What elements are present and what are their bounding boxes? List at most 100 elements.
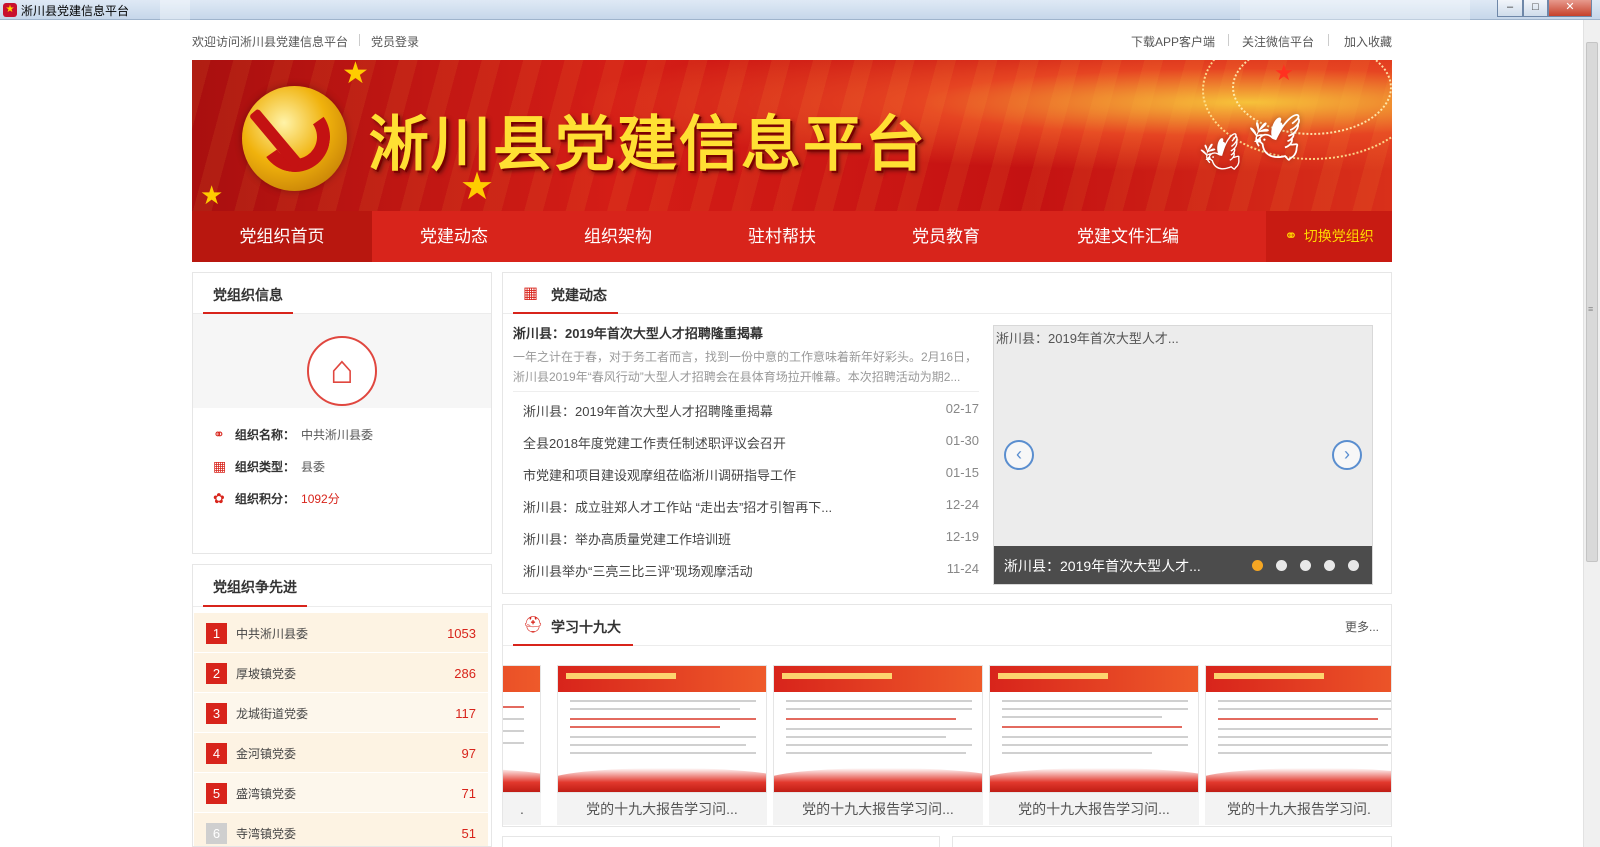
- study-card-label: 党的十九大报告学习问.: [1227, 801, 1371, 817]
- org-name-value: 中共淅川县委: [301, 428, 374, 442]
- study-title: 学习十九大: [551, 619, 621, 635]
- close-button[interactable]: ✕: [1548, 0, 1592, 17]
- ranking-title: 党组织争先进: [213, 579, 297, 595]
- news-headline-summary: 一年之计在于春，对于务工者而言，找到一份中意的工作意味着新年好彩头。2月16日，…: [513, 350, 978, 384]
- study-card[interactable]: 党的十九大报告学习问...: [989, 665, 1199, 825]
- study-card-label: 党的十九大报告学习问...: [802, 801, 954, 817]
- study-card-thumbnail: [1205, 665, 1391, 793]
- star-icon: ★: [200, 180, 224, 210]
- member-login-link[interactable]: 党员登录: [371, 33, 419, 50]
- panel-header: 党组织争先进: [193, 565, 491, 607]
- news-slider[interactable]: 淅川县：2019年首次大型人才... ‹ › 淅川县：2019年首次大型人才..…: [993, 325, 1373, 585]
- slider-image-alt: 淅川县：2019年首次大型人才...: [996, 331, 1179, 346]
- scrollbar-thumb[interactable]: [1586, 42, 1598, 562]
- nav-education[interactable]: 党员教育: [864, 211, 1028, 262]
- panel-header: ⛑ 学习十九大 更多...: [503, 605, 1391, 646]
- separator: [1328, 34, 1329, 46]
- panel-header: 党组织信息: [193, 273, 491, 314]
- ranking-row[interactable]: 2 厚坡镇党委 286: [194, 653, 488, 692]
- app-icon: ★: [3, 3, 17, 17]
- org-info-title: 党组织信息: [213, 287, 283, 303]
- header-banner: ★ ★ ★ ★ 淅川县党建信息平台 🕊 🕊: [192, 60, 1392, 211]
- news-list-item[interactable]: 淅川县：举办高质量党建工作培训班 12-19: [523, 529, 979, 549]
- download-app-link[interactable]: 下载APP客户端: [1131, 33, 1215, 50]
- slider-prev-button[interactable]: ‹: [1004, 440, 1034, 470]
- ranking-row[interactable]: 4 金河镇党委 97: [194, 733, 488, 772]
- study-card-label: .: [520, 801, 524, 817]
- slider-dot[interactable]: [1276, 560, 1287, 571]
- ribbon-icon: ✿: [213, 490, 225, 506]
- ranking-row[interactable]: 5 盛湾镇党委 71: [194, 773, 488, 812]
- follow-wechat-link[interactable]: 关注微信平台: [1242, 33, 1314, 50]
- party-emblem-icon: [242, 86, 347, 191]
- slider-dot[interactable]: [1300, 560, 1311, 571]
- nav-village-aid[interactable]: 驻村帮扶: [700, 211, 864, 262]
- news-list-item[interactable]: 淅川县举办“三亮三比三评”现场观摩活动 11-24: [523, 561, 979, 581]
- study-card[interactable]: 党的十九大报告学习问...: [557, 665, 767, 825]
- ranking-panel: 党组织争先进 1 中共淅川县委 1053 2 厚坡镇党委 286 3 龙城街道党…: [192, 564, 492, 847]
- news-list-item[interactable]: 市党建和项目建设观摩组莅临淅川调研指导工作 01-15: [523, 465, 979, 485]
- study-panel: ⛑ 学习十九大 更多... . 党的十九大报告学习问... 党的十九大报告学习问…: [502, 604, 1392, 827]
- separator: [1228, 34, 1229, 46]
- star-icon: ★: [342, 60, 369, 90]
- study-card[interactable]: 党的十九大报告学习问...: [773, 665, 983, 825]
- panel-header: ▦ 党建动态: [503, 273, 1391, 314]
- minimize-button[interactable]: –: [1497, 0, 1523, 17]
- news-panel: ▦ 党建动态 淅川县：2019年首次大型人才招聘隆重揭幕 一年之计在于春，对于务…: [502, 272, 1392, 594]
- nav-documents[interactable]: 党建文件汇编: [1028, 211, 1228, 262]
- org-name-row: ⚭ 组织名称： 中共淅川县委: [213, 426, 374, 442]
- news-title: 党建动态: [551, 287, 607, 303]
- slider-dot[interactable]: [1348, 560, 1359, 571]
- grid-icon: ▦: [523, 285, 539, 302]
- scrollbar-grip-icon: ≡: [1588, 304, 1594, 314]
- hat-icon: ⛑: [523, 617, 544, 634]
- vertical-scrollbar[interactable]: ≡: [1583, 20, 1600, 847]
- add-favorite-link[interactable]: 加入收藏: [1344, 33, 1392, 50]
- nav-structure[interactable]: 组织架构: [536, 211, 700, 262]
- maximize-button[interactable]: □: [1523, 0, 1548, 17]
- window-titlebar: ★ 淅川县党建信息平台 – □ ✕: [0, 0, 1600, 20]
- ranking-row[interactable]: 6 寺湾镇党委 51: [194, 813, 488, 846]
- slider-next-button[interactable]: ›: [1332, 440, 1362, 470]
- nav-dynamics[interactable]: 党建动态: [372, 211, 536, 262]
- dove-icon: 🕊: [1246, 111, 1310, 170]
- network-icon: ⚭: [1284, 228, 1298, 245]
- title-underline: [513, 644, 633, 646]
- more-link[interactable]: 更多...: [1345, 618, 1379, 635]
- slider-dot[interactable]: [1324, 560, 1335, 571]
- news-list-item[interactable]: 淅川县：成立驻郑人才工作站 “走出去”招才引智再下... 12-24: [523, 497, 979, 517]
- title-underline: [203, 605, 307, 607]
- switch-org-button[interactable]: ⚭ 切换党组织: [1266, 211, 1392, 262]
- study-card[interactable]: .: [503, 665, 541, 825]
- study-card[interactable]: 党的十九大报告学习问.: [1205, 665, 1391, 825]
- titlebar-ghost: [1240, 0, 1470, 20]
- org-info-panel: 党组织信息 ⌂ ⚭ 组织名称： 中共淅川县委 ▦ 组织类型： 县委 ✿ 组织积分： 1092…: [192, 272, 492, 554]
- house-icon: ⌂: [307, 336, 377, 406]
- study-card-label: 党的十九大报告学习问...: [1018, 801, 1170, 817]
- window-title: 淅川县党建信息平台: [21, 4, 130, 18]
- star-icon: ★: [1274, 60, 1294, 85]
- org-score-value: 1092分: [301, 492, 340, 506]
- ranking-row[interactable]: 3 龙城街道党委 117: [194, 693, 488, 732]
- news-headline-link[interactable]: 淅川县：2019年首次大型人才招聘隆重揭幕: [513, 323, 763, 342]
- title-underline: [513, 312, 618, 314]
- nav-home[interactable]: 党组织首页: [192, 211, 372, 262]
- study-card-thumbnail: [773, 665, 983, 793]
- news-list-item[interactable]: 全县2018年度党建工作责任制述职评议会召开 01-30: [523, 433, 979, 453]
- study-card-label: 党的十九大报告学习问...: [586, 801, 738, 817]
- ranking-row[interactable]: 1 中共淅川县委 1053: [194, 613, 488, 652]
- study-card-thumbnail: [989, 665, 1199, 793]
- titlebar-ghost: [160, 0, 190, 20]
- separator: [359, 34, 360, 46]
- slider-caption-bar: 淅川县：2019年首次大型人才...: [994, 546, 1372, 584]
- slider-caption[interactable]: 淅川县：2019年首次大型人才...: [1004, 556, 1201, 576]
- slider-dot[interactable]: [1252, 560, 1263, 571]
- org-score-row: ✿ 组织积分： 1092分: [213, 490, 340, 506]
- org-type-value: 县委: [301, 460, 326, 474]
- org-type-row: ▦ 组织类型： 县委: [213, 458, 326, 474]
- grid-icon: ▦: [213, 458, 227, 474]
- switch-org-label: 切换党组织: [1303, 228, 1374, 244]
- banner-headline: 淅川县党建信息平台: [369, 110, 927, 180]
- news-list-item[interactable]: 淅川县：2019年首次大型人才招聘隆重揭幕 02-17: [523, 401, 979, 421]
- main-nav: 党组织首页 党建动态 组织架构 驻村帮扶 党员教育 党建文件汇编 ⚭ 切换党组织: [192, 211, 1392, 262]
